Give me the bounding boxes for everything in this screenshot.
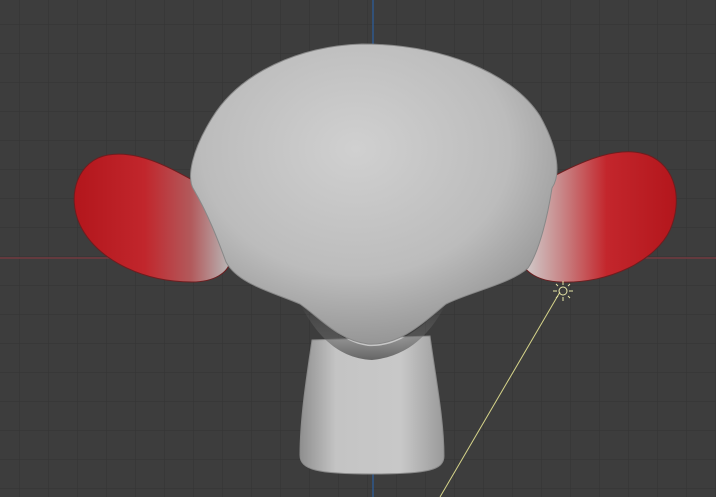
3d-viewport[interactable] — [0, 0, 716, 497]
viewport-canvas[interactable] — [0, 0, 716, 497]
